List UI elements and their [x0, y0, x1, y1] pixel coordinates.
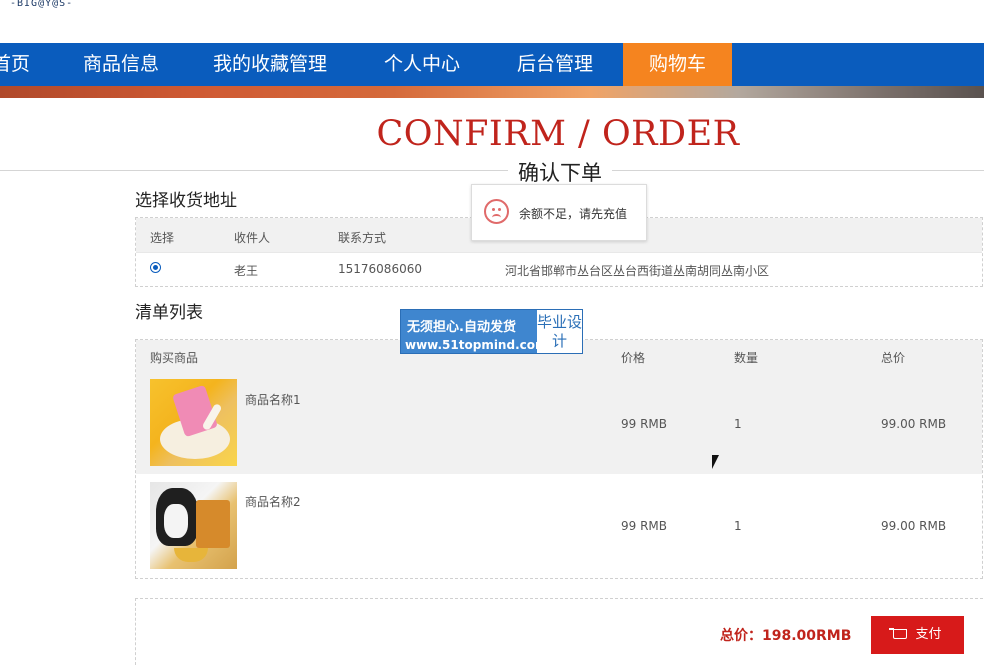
- header-select: 选择: [150, 231, 175, 245]
- product-image[interactable]: [150, 379, 237, 466]
- table-row: 商品名称1 99 RMB 1 99.00 RMB: [136, 373, 982, 474]
- cart-icon: [889, 628, 908, 639]
- nav-item-profile[interactable]: 个人中心: [370, 43, 474, 86]
- address-section-title: 选择收货地址: [135, 191, 237, 211]
- product-price: 99 RMB: [621, 417, 668, 431]
- page-title-en: CONFIRM / ORDER: [376, 114, 740, 154]
- nav-item-cart[interactable]: 购物车: [623, 43, 732, 86]
- order-list-table: 购买商品 价格 数量 总价 商品名称1 99 RMB 1 99.00 RMB 商…: [135, 339, 983, 579]
- pay-button[interactable]: 支付: [871, 616, 964, 654]
- product-name[interactable]: 商品名称1: [245, 391, 301, 408]
- main-nav: 首页 商品信息 我的收藏管理 个人中心 后台管理 购物车: [0, 43, 984, 86]
- mouse-cursor: [712, 455, 725, 469]
- balance-tip-dialog: 余额不足，请先充值: [471, 184, 647, 241]
- address-radio[interactable]: [150, 262, 161, 273]
- product-name[interactable]: 商品名称2: [245, 493, 301, 510]
- sad-face-icon: [484, 199, 509, 224]
- header-recipient: 收件人: [234, 231, 271, 245]
- header-product: 购买商品: [150, 351, 199, 365]
- row-divider: [136, 252, 982, 253]
- site-logo[interactable]: -BIG@Y@S-: [0, 0, 80, 14]
- logo-text: -BIG@Y@S-: [10, 0, 74, 9]
- pay-button-label: 支付: [915, 627, 942, 642]
- order-total: 总价：198.00RMB: [720, 628, 852, 644]
- address-recipient: 老王: [234, 264, 259, 278]
- list-section-title: 清单列表: [135, 303, 203, 323]
- header-total: 总价: [881, 351, 906, 365]
- watermark-url: www.51topmind.com: [405, 338, 548, 352]
- header-qty: 数量: [734, 351, 759, 365]
- header: -BIG@Y@S-: [0, 0, 984, 43]
- product-total: 99.00 RMB: [881, 417, 947, 431]
- address-phone: 15176086060: [338, 262, 422, 276]
- tip-message: 余额不足，请先充值: [519, 207, 628, 221]
- nav-item-admin[interactable]: 后台管理: [502, 43, 608, 86]
- product-total: 99.00 RMB: [881, 519, 947, 533]
- product-image[interactable]: [150, 482, 237, 569]
- nav-item-products[interactable]: 商品信息: [68, 43, 174, 86]
- table-row: 商品名称2 99 RMB 1 99.00 RMB: [136, 476, 982, 577]
- product-qty: 1: [734, 417, 742, 431]
- page-title-cn: 确认下单: [508, 157, 612, 187]
- banner-image: [0, 86, 984, 98]
- total-panel: [135, 598, 983, 665]
- title-divider: [0, 170, 984, 171]
- address-detail: 河北省邯郸市丛台区丛台西街道丛南胡同丛南小区: [505, 264, 770, 278]
- watermark-badge: 无须担心.自动发货 www.51topmind.com 毕业设计: [400, 309, 583, 354]
- product-qty: 1: [734, 519, 742, 533]
- header-price: 价格: [621, 351, 646, 365]
- nav-item-home[interactable]: 首页: [0, 43, 42, 86]
- watermark-right: 毕业设计: [537, 310, 582, 353]
- product-price: 99 RMB: [621, 519, 668, 533]
- watermark-line1: 无须担心.自动发货: [407, 320, 516, 335]
- header-contact: 联系方式: [338, 231, 387, 245]
- nav-item-favorites[interactable]: 我的收藏管理: [198, 43, 342, 86]
